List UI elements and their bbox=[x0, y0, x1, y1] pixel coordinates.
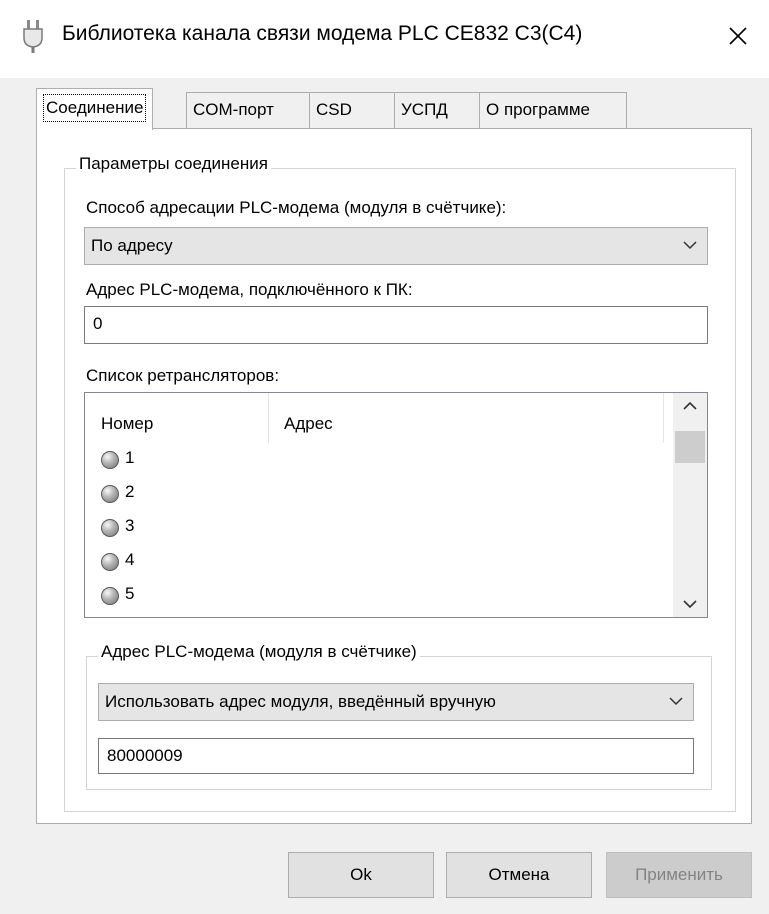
pc-modem-address-value: 0 bbox=[93, 314, 103, 333]
column-separator bbox=[663, 393, 664, 443]
tab-label: Соединение bbox=[43, 94, 147, 122]
row-number: 1 bbox=[125, 448, 135, 467]
plug-icon bbox=[23, 20, 43, 53]
vertical-scrollbar[interactable] bbox=[673, 393, 707, 617]
status-bulb-icon bbox=[101, 451, 119, 469]
window-title: Библиотека канала связи модема PLC CE832… bbox=[62, 22, 583, 45]
pc-modem-address-label: Адрес PLC-модема, подключённого к ПК: bbox=[86, 280, 413, 299]
status-bulb-icon bbox=[101, 553, 119, 571]
scroll-down-icon[interactable] bbox=[683, 599, 697, 609]
column-header-number[interactable]: Номер bbox=[101, 413, 153, 435]
repeaters-label: Список ретрансляторов: bbox=[86, 366, 280, 385]
tab-label: COM-порт bbox=[193, 100, 274, 119]
row-number: 3 bbox=[125, 516, 135, 535]
addressing-method-select[interactable]: По адресу bbox=[84, 227, 708, 265]
close-icon[interactable] bbox=[718, 16, 758, 56]
tab-label: О программе bbox=[486, 100, 591, 119]
repeaters-list[interactable]: Номер Адрес 1 2 3 4 5 bbox=[84, 392, 708, 618]
module-address-group-label: Адрес PLC-модема (модуля в счётчике) bbox=[98, 642, 420, 662]
scrollbar-thumb[interactable] bbox=[675, 431, 705, 463]
column-header-address[interactable]: Адрес bbox=[284, 413, 333, 435]
tab-connection[interactable]: Соединение bbox=[36, 88, 154, 130]
row-number: 4 bbox=[125, 550, 135, 569]
pc-modem-address-input[interactable]: 0 bbox=[84, 306, 708, 344]
module-address-mode-select[interactable]: Использовать адрес модуля, введённый вру… bbox=[98, 683, 694, 721]
apply-button[interactable]: Применить bbox=[606, 852, 752, 898]
row-number: 2 bbox=[125, 482, 135, 501]
module-address-mode-value: Использовать адрес модуля, введённый вру… bbox=[105, 692, 496, 711]
tab-csd[interactable]: CSD bbox=[309, 92, 395, 128]
addressing-method-label: Способ адресации PLC-модема (модуля в сч… bbox=[86, 198, 507, 217]
cancel-button[interactable]: Отмена bbox=[446, 852, 592, 898]
status-bulb-icon bbox=[101, 519, 119, 537]
addressing-method-value: По адресу bbox=[91, 236, 173, 255]
tab-label: УСПД bbox=[401, 100, 448, 119]
chevron-down-icon bbox=[683, 241, 697, 250]
tab-uspd[interactable]: УСПД bbox=[394, 92, 480, 128]
column-separator[interactable] bbox=[268, 393, 269, 443]
tab-label: CSD bbox=[316, 100, 352, 119]
row-number: 5 bbox=[125, 584, 135, 603]
chevron-down-icon bbox=[669, 697, 683, 706]
ok-button[interactable]: Ok bbox=[288, 852, 434, 898]
status-bulb-icon bbox=[101, 485, 119, 503]
title-bar: Библиотека канала связи модема PLC CE832… bbox=[0, 0, 769, 78]
module-address-input[interactable]: 80000009 bbox=[98, 738, 694, 774]
tab-com-port[interactable]: COM-порт bbox=[186, 92, 310, 128]
status-bulb-icon bbox=[101, 587, 119, 605]
tab-about[interactable]: О программе bbox=[479, 92, 627, 128]
module-address-value: 80000009 bbox=[107, 746, 183, 765]
scroll-up-icon[interactable] bbox=[683, 401, 697, 411]
connection-params-label: Параметры соединения bbox=[76, 154, 271, 174]
